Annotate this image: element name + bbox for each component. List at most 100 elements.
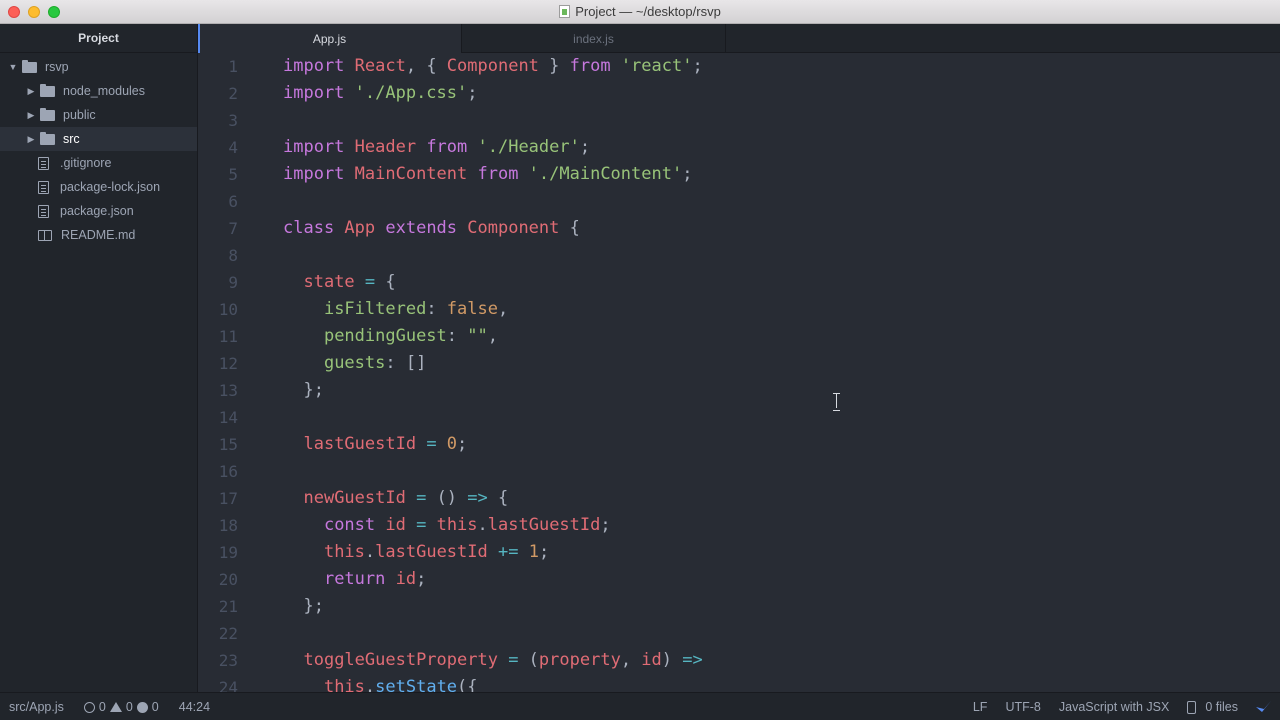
code-token: ; — [682, 164, 693, 184]
line-number: 11 — [218, 327, 238, 346]
git-files-status[interactable]: 0 files — [1187, 700, 1238, 714]
code-line: import MainContent from './MainContent'; — [283, 161, 703, 188]
code-token: import — [283, 164, 355, 184]
minimize-window-button[interactable] — [28, 6, 40, 18]
tree-item-package-json[interactable]: package.json — [0, 199, 197, 223]
code-token: Header — [354, 137, 427, 157]
code-token: 0 — [446, 434, 458, 454]
tab-label: App.js — [312, 31, 347, 46]
code-line: this.setState({ — [283, 674, 703, 692]
code-token: class — [283, 218, 345, 238]
code-token: ) — [661, 650, 683, 670]
code-token: newGuestId — [303, 488, 406, 508]
chevron-right-icon[interactable]: ▶ — [24, 110, 38, 121]
grammar-selector[interactable]: JavaScript with JSX — [1059, 700, 1169, 714]
code-token: { — [559, 218, 580, 238]
diagnostics-summary[interactable]: 0 0 0 — [83, 700, 159, 714]
line-ending[interactable]: LF — [973, 700, 988, 714]
file-text-icon — [38, 156, 49, 170]
code-line: toggleGuestProperty = (property, id) => — [283, 647, 702, 674]
code-token: state — [303, 272, 355, 292]
tree-item-label: package-lock.json — [60, 180, 161, 194]
code-editor[interactable]: 1 2 3 4 5 6 7 8 9 10 11 12 13 14 15 16 17 18 19 20 21 22 23 24 … — [198, 53, 1280, 692]
chevron-down-icon[interactable]: ▼ — [6, 62, 20, 72]
tree-list: ▼ rsvp ▶ node_modules ▶ public ▶ src .gitignore p… — [0, 53, 197, 247]
tab-index-js[interactable]: index.js — [462, 24, 726, 53]
code-token: './MainContent' — [528, 164, 683, 184]
line-number: 1 — [228, 57, 238, 76]
code-token: toggleGuestProperty — [303, 650, 498, 670]
tree-item-node-modules[interactable]: ▶ node_modules — [0, 79, 197, 103]
tree-item-readme-md[interactable]: README.md — [0, 223, 197, 247]
code-token: pendingGuest — [323, 326, 447, 346]
tree-item-src[interactable]: ▶ src — [0, 127, 197, 151]
code-line: import React, { Component } from 'react'… — [283, 53, 703, 80]
code-token: this — [323, 677, 365, 692]
code-token: }; — [283, 596, 324, 616]
code-token: React — [354, 56, 406, 76]
line-number: 2 — [228, 84, 238, 103]
code-token: : — [446, 326, 468, 346]
tree-item-rsvp[interactable]: ▼ rsvp — [0, 55, 197, 79]
code-line: import Header from './Header'; — [283, 134, 703, 161]
code-token: guests — [323, 353, 386, 373]
line-number: 15 — [218, 435, 238, 454]
tree-item-public[interactable]: ▶ public — [0, 103, 197, 127]
encoding[interactable]: UTF-8 — [1005, 700, 1040, 714]
window-controls — [8, 6, 60, 18]
status-file-path[interactable]: src/App.js — [9, 700, 64, 714]
document-icon — [559, 5, 571, 18]
code-token: , — [620, 650, 642, 670]
tree-header[interactable]: Project — [0, 24, 197, 53]
code-token: import — [283, 137, 355, 157]
code-token: 1 — [528, 542, 539, 562]
code-token: => — [467, 488, 488, 508]
code-token: Component — [446, 56, 539, 76]
code-token: false — [446, 299, 498, 319]
line-number: 20 — [218, 570, 238, 589]
code-token: property — [538, 650, 621, 670]
info-count: 0 — [151, 700, 159, 714]
tree-item-gitignore[interactable]: .gitignore — [0, 151, 197, 175]
chevron-right-icon[interactable]: ▶ — [24, 86, 38, 97]
code-token: lastGuestId — [487, 515, 601, 535]
cursor-position[interactable]: 44:24 — [179, 700, 210, 714]
code-token: lastGuestId — [375, 542, 488, 562]
code-token: extends — [385, 218, 468, 238]
close-window-button[interactable] — [8, 6, 20, 18]
code-area[interactable]: import React, { Component } from 'react'… — [283, 53, 703, 692]
chevron-right-icon[interactable]: ▶ — [24, 134, 38, 145]
code-line: lastGuestId = 0; — [283, 431, 703, 458]
code-line: }; — [283, 377, 703, 404]
info-icon — [136, 701, 148, 713]
code-token: id — [395, 569, 417, 589]
maximize-window-button[interactable] — [48, 6, 60, 18]
tree-item-package-lock-json[interactable]: package-lock.json — [0, 175, 197, 199]
tab-app-js[interactable]: App.js — [198, 24, 462, 53]
code-token: : — [426, 299, 447, 319]
code-token: : [] — [385, 353, 427, 373]
line-number: 5 — [228, 165, 238, 184]
line-number: 23 — [218, 651, 238, 670]
code-token: id — [641, 650, 662, 670]
window-title-wrap: Project — ~/desktop/rsvp — [559, 4, 721, 19]
code-token: = — [405, 515, 437, 535]
code-token: } — [538, 56, 570, 76]
tree-item-label: public — [63, 108, 96, 122]
code-token: . — [364, 677, 376, 692]
folder-icon — [40, 131, 55, 145]
code-line: class App extends Component { — [283, 215, 703, 242]
code-token: = — [354, 272, 386, 292]
bird-icon[interactable] — [1256, 701, 1271, 713]
line-number: 17 — [218, 489, 238, 508]
